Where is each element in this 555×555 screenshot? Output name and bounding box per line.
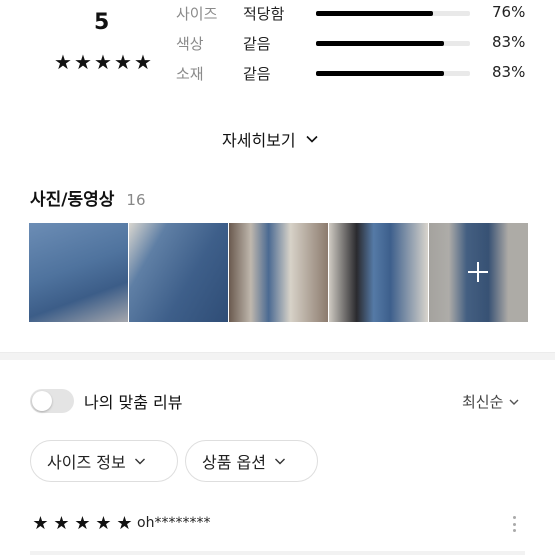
rating-summary: 5 ★ ★ ★ ★ ★ 사이즈 적당함 76% 색상 같음 83% 소재 같음 83%: [0, 0, 555, 100]
plus-icon: [468, 262, 488, 282]
star-icon: ★: [114, 50, 132, 74]
product-option-filter[interactable]: 상품 옵션: [185, 440, 318, 482]
star-icon: ★: [32, 513, 49, 534]
metric-label: 색상: [176, 35, 204, 53]
more-photos-button[interactable]: [429, 223, 528, 322]
more-options-icon[interactable]: [508, 513, 520, 535]
star-icon: ★: [95, 513, 112, 534]
sort-label: 최신순: [462, 393, 504, 411]
metric-bar-fill: [316, 71, 444, 76]
size-info-filter[interactable]: 사이즈 정보: [30, 440, 178, 482]
sort-dropdown[interactable]: 최신순: [462, 391, 519, 412]
chevron-down-icon: [274, 458, 285, 465]
toggle-knob: [32, 391, 52, 411]
metric-percent: 83%: [492, 63, 526, 81]
star-icon: ★: [116, 513, 133, 534]
metric-bar-fill: [316, 11, 434, 16]
my-review-toggle-label: 나의 맞춤 리뷰: [84, 393, 183, 412]
metric-bar-track: [316, 41, 470, 46]
metric-value: 적당함: [243, 5, 285, 23]
metric-row-size: 사이즈 적당함 76%: [176, 2, 536, 24]
star-icon: ★: [53, 513, 70, 534]
review-content-strip: [30, 551, 525, 555]
average-stars: ★ ★ ★ ★ ★: [53, 50, 153, 74]
review-stars: ★ ★ ★ ★ ★: [30, 513, 135, 534]
chevron-down-icon: [134, 458, 145, 465]
see-more-label: 자세히보기: [222, 131, 296, 150]
media-count: 16: [126, 191, 146, 209]
metric-value: 같음: [243, 35, 271, 53]
media-title: 사진/동영상: [30, 190, 115, 210]
section-divider: [0, 352, 555, 360]
media-header: 사진/동영상 16: [30, 185, 146, 210]
metric-label: 소재: [176, 65, 204, 83]
filter-chip-label: 상품 옵션: [202, 453, 266, 472]
metric-label: 사이즈: [176, 5, 218, 23]
metric-bar-fill: [316, 41, 444, 46]
metric-percent: 76%: [492, 3, 526, 21]
photo-thumbnail[interactable]: [129, 223, 228, 322]
my-review-toggle-row: 나의 맞춤 리뷰: [30, 389, 183, 413]
star-icon: ★: [94, 50, 112, 74]
metric-bar-track: [316, 71, 470, 76]
metric-row-color: 색상 같음 83%: [176, 32, 536, 54]
see-more-button[interactable]: 자세히보기: [222, 127, 318, 151]
star-icon: ★: [54, 50, 72, 74]
chevron-down-icon: [509, 399, 519, 405]
reviewer-name: oh********: [137, 515, 211, 531]
my-review-toggle[interactable]: [30, 389, 74, 413]
star-icon: ★: [74, 513, 91, 534]
star-icon: ★: [134, 50, 152, 74]
metric-percent: 83%: [492, 33, 526, 51]
photo-thumbnail[interactable]: [29, 223, 128, 322]
photo-thumbnail[interactable]: [329, 223, 428, 322]
metric-row-material: 소재 같음 83%: [176, 62, 536, 84]
media-thumbnails: [29, 223, 529, 322]
photo-thumbnail[interactable]: [229, 223, 328, 322]
filter-chip-label: 사이즈 정보: [47, 453, 126, 472]
average-score: 5: [94, 10, 110, 35]
metric-value: 같음: [243, 65, 271, 83]
star-icon: ★: [74, 50, 92, 74]
metric-bar-track: [316, 11, 470, 16]
chevron-down-icon: [306, 135, 318, 143]
